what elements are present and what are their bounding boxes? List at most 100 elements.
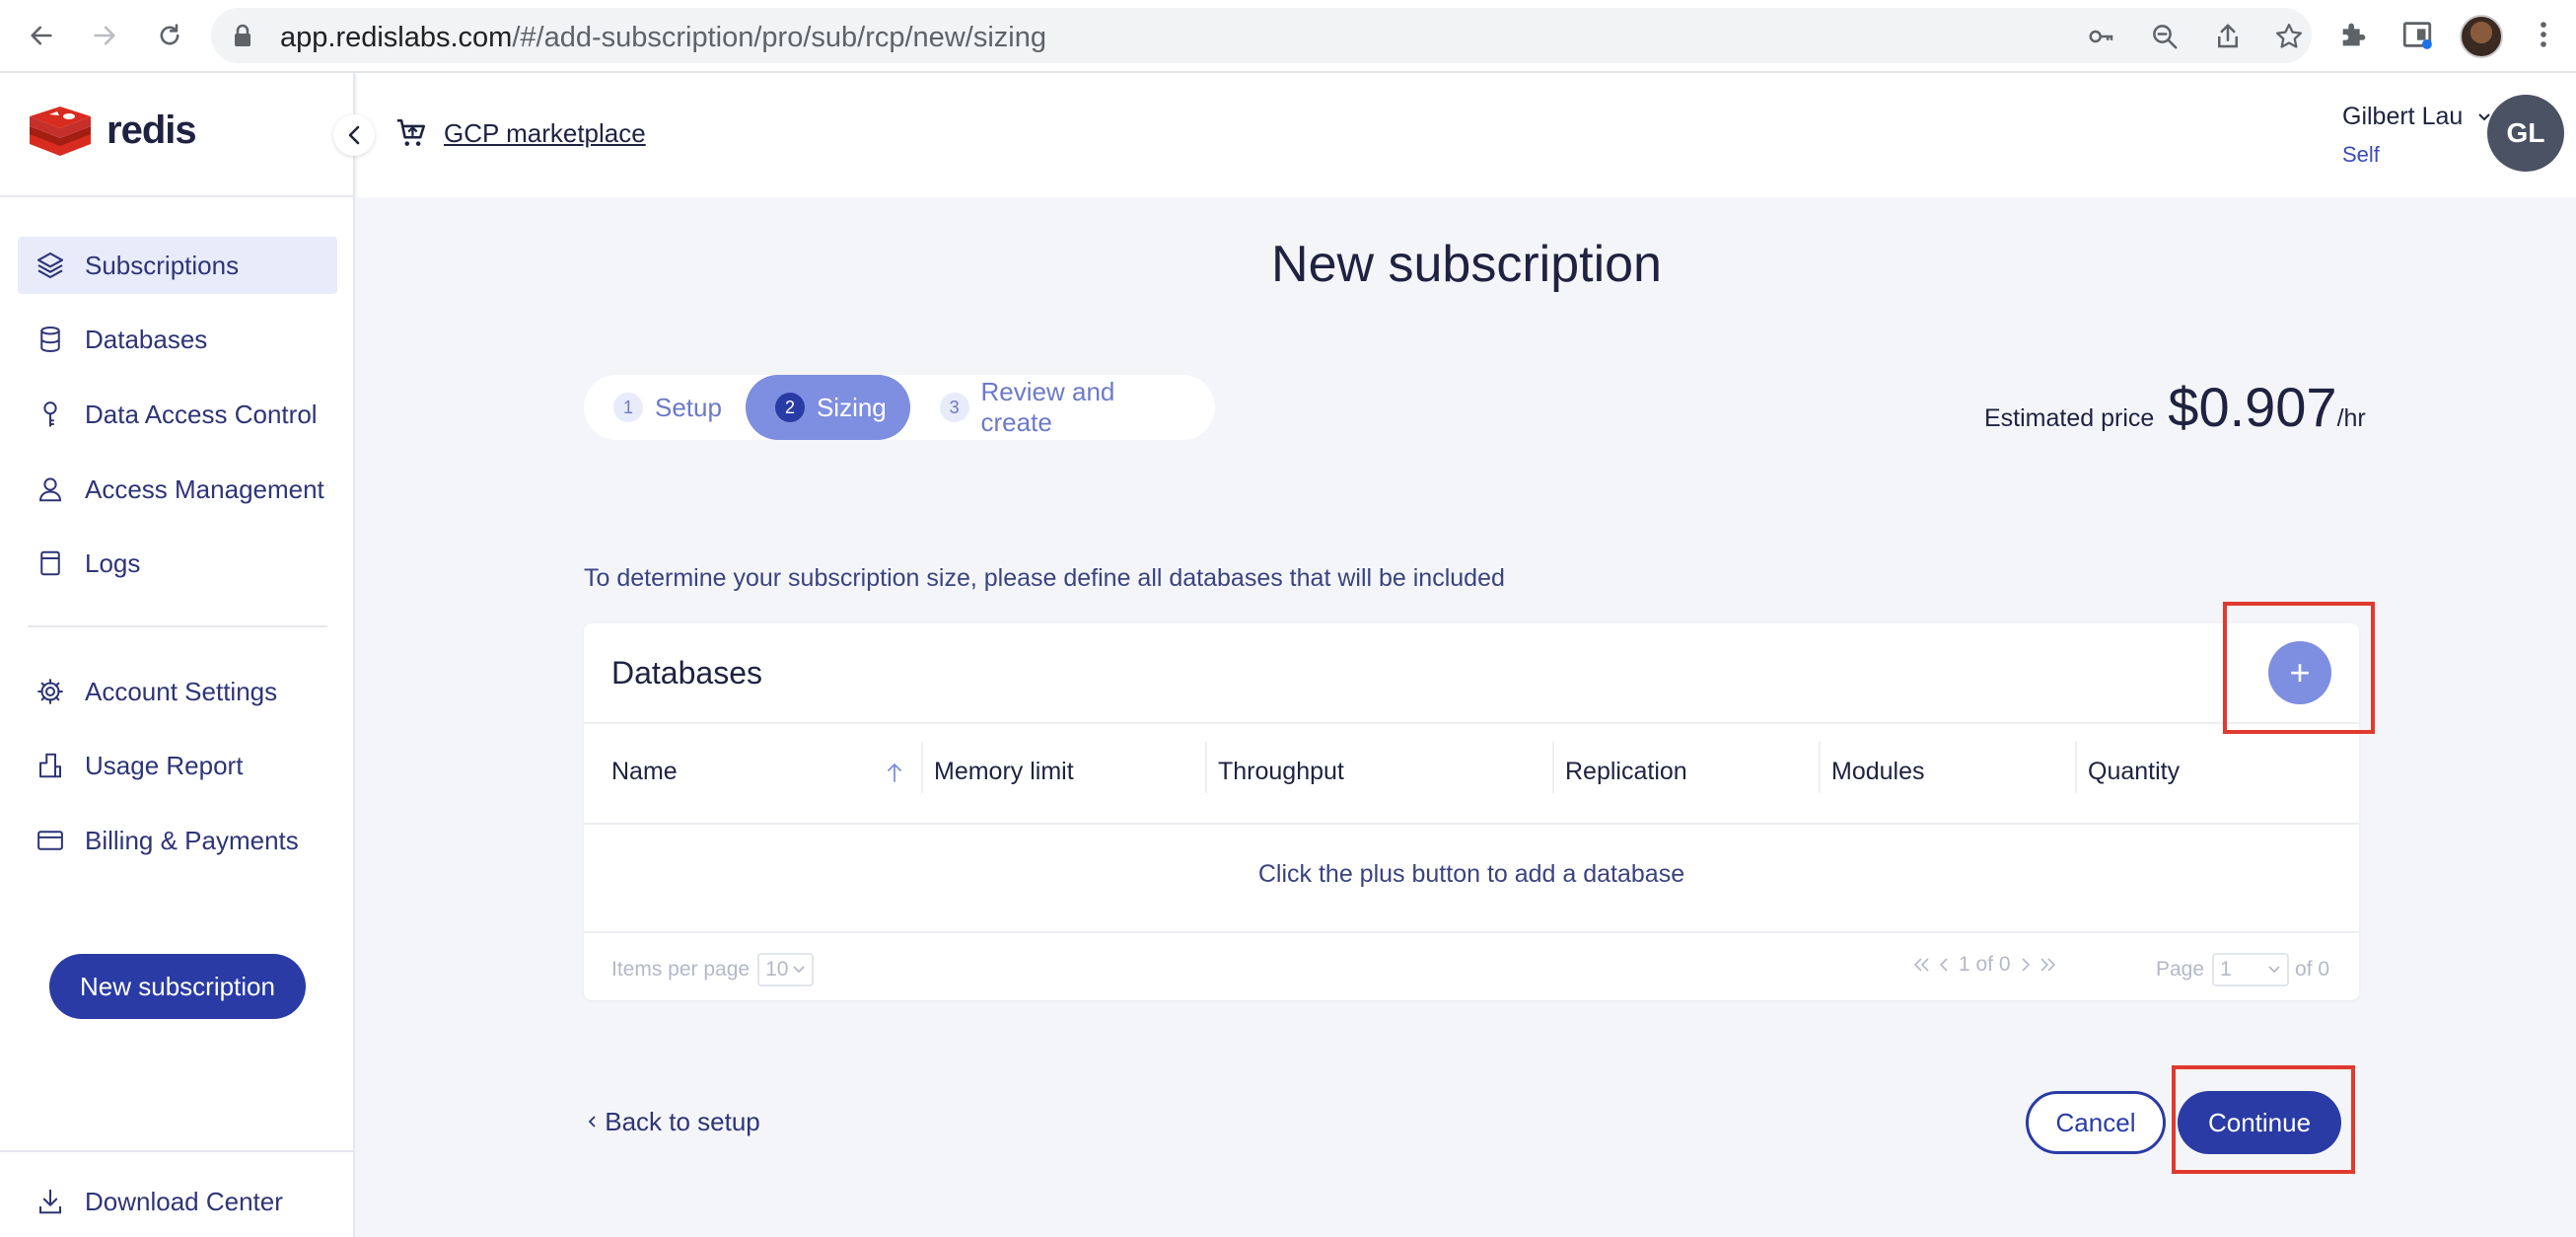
column-divider <box>1819 742 1821 793</box>
card-icon <box>34 824 67 857</box>
bookmark-star-icon[interactable] <box>2274 22 2304 51</box>
sidebar-item-account-settings[interactable]: Account Settings <box>18 663 337 720</box>
cancel-button[interactable]: Cancel <box>2026 1091 2166 1154</box>
continue-button[interactable]: Continue <box>2178 1091 2341 1154</box>
zoom-icon[interactable] <box>2150 22 2180 51</box>
step-number: 1 <box>613 393 643 422</box>
sidebar-item-subscriptions[interactable]: Subscriptions <box>18 237 337 294</box>
forward-arrow-icon[interactable] <box>85 16 124 55</box>
sidebar-item-logs[interactable]: Logs <box>18 535 337 592</box>
address-bar[interactable]: app.redislabs.com/#/add-subscription/pro… <box>211 8 2312 63</box>
gcp-marketplace-link[interactable]: GCP marketplace <box>394 116 646 150</box>
items-per-page-select[interactable]: 10 <box>757 953 815 986</box>
databases-card: Databases + Name Memory limit Throughput… <box>584 623 2359 1000</box>
download-icon <box>34 1185 67 1218</box>
sidebar: redis Subscriptions Databases Data Acces… <box>0 73 375 1237</box>
column-header-replication[interactable]: Replication <box>1565 758 1687 786</box>
chevron-left-icon <box>588 1116 596 1128</box>
document-icon <box>34 546 67 580</box>
column-header-modules[interactable]: Modules <box>1831 758 1925 786</box>
sidebar-item-data-access-control[interactable]: Data Access Control <box>18 386 337 443</box>
column-divider <box>921 742 923 793</box>
lock-icon <box>233 24 252 52</box>
chevron-left-icon <box>348 125 360 145</box>
sidebar-item-label: Data Access Control <box>85 399 318 429</box>
layers-icon <box>34 249 67 282</box>
extensions-puzzle-icon[interactable] <box>2337 18 2373 53</box>
report-icon <box>34 749 67 782</box>
page-selector: Page 1 of 0 <box>2156 953 2329 986</box>
estimated-price: Estimated price $0.907 /hr <box>1984 375 2366 439</box>
column-header-name[interactable]: Name <box>611 758 678 786</box>
sidebar-item-label: Billing & Payments <box>85 825 299 855</box>
collapse-sidebar-button[interactable] <box>333 114 375 156</box>
sidebar-divider <box>0 195 355 197</box>
page-number-select[interactable]: 1 <box>2212 953 2290 986</box>
database-icon <box>34 323 67 356</box>
pagination-nav: 1 of 0 <box>1911 953 2058 977</box>
password-key-icon[interactable] <box>2087 22 2116 51</box>
chevron-down-icon <box>793 966 806 974</box>
sidebar-new-subscription-button[interactable]: New subscription <box>49 954 306 1019</box>
estimated-price-value: $0.907 <box>2168 376 2337 438</box>
sidebar-item-usage-report[interactable]: Usage Report <box>18 737 337 794</box>
gear-icon <box>34 675 67 708</box>
items-per-page-label: Items per page <box>611 958 751 981</box>
column-header-throughput[interactable]: Throughput <box>1218 758 1344 786</box>
chevron-down-icon <box>2268 966 2280 974</box>
sidebar-item-label: Access Management <box>85 473 324 504</box>
user-avatar[interactable]: GL <box>2487 95 2564 172</box>
wizard-stepper: 1 Setup 2 Sizing 3 Review and create <box>584 375 1215 440</box>
sizing-instructions: To determine your subscription size, ple… <box>584 564 1505 592</box>
column-header-quantity[interactable]: Quantity <box>2088 758 2180 786</box>
step-setup[interactable]: 1 Setup <box>584 375 746 440</box>
sidebar-item-download-center[interactable]: Download Center <box>18 1173 337 1230</box>
sidebar-item-label: Subscriptions <box>85 250 240 280</box>
user-role: Self <box>2342 142 2380 167</box>
sidebar-item-label: Logs <box>85 547 141 578</box>
browser-profile-avatar[interactable] <box>2460 15 2503 58</box>
sidebar-item-label: Account Settings <box>85 676 278 706</box>
card-divider <box>584 931 2359 933</box>
databases-card-title: Databases <box>611 655 762 691</box>
column-header-memory-limit[interactable]: Memory limit <box>934 758 1074 786</box>
user-name: Gilbert Lau <box>2342 103 2464 130</box>
more-menu-icon[interactable] <box>2527 18 2562 53</box>
sidebar-item-billing-payments[interactable]: Billing & Payments <box>18 812 337 869</box>
empty-table-message: Click the plus button to add a database <box>1257 860 1685 888</box>
person-icon <box>34 473 67 506</box>
key-icon <box>34 398 67 431</box>
step-review-and-create[interactable]: 3 Review and create <box>910 375 1215 440</box>
redis-logo[interactable]: redis <box>28 103 197 158</box>
previous-page-icon[interactable] <box>1937 956 1951 974</box>
cart-icon <box>396 118 426 146</box>
step-label: Review and create <box>980 377 1115 437</box>
reload-icon[interactable] <box>150 16 189 55</box>
share-icon[interactable] <box>2213 22 2243 51</box>
page-range-text: 1 of 0 <box>1959 953 2011 976</box>
column-divider <box>2075 742 2077 793</box>
sidebar-divider <box>28 625 327 627</box>
step-label: Sizing <box>816 392 887 422</box>
first-page-icon[interactable] <box>1911 956 1933 974</box>
next-page-icon[interactable] <box>2019 956 2033 974</box>
url-text: app.redislabs.com/#/add-subscription/pro… <box>280 22 1046 53</box>
last-page-icon[interactable] <box>2037 956 2058 974</box>
redis-logo-icon <box>30 107 91 156</box>
column-divider <box>1205 742 1207 793</box>
sidebar-divider <box>0 1150 355 1152</box>
highlight-box-add-database <box>2223 602 2375 734</box>
sort-ascending-icon[interactable] <box>886 762 903 783</box>
marketplace-label: GCP marketplace <box>444 117 646 148</box>
sidebar-item-access-management[interactable]: Access Management <box>18 461 337 518</box>
user-menu-button[interactable]: Gilbert Lau <box>2342 103 2492 131</box>
step-number: 3 <box>939 393 969 422</box>
tab-search-icon[interactable] <box>2400 18 2436 53</box>
sidebar-item-label: Databases <box>85 324 208 354</box>
back-to-setup-link[interactable]: Back to setup <box>586 1107 760 1137</box>
sidebar-item-label: Download Center <box>85 1186 283 1216</box>
sidebar-item-databases[interactable]: Databases <box>18 311 337 368</box>
card-divider <box>584 823 2359 825</box>
step-sizing[interactable]: 2 Sizing <box>745 375 910 440</box>
back-arrow-icon[interactable] <box>22 16 61 55</box>
